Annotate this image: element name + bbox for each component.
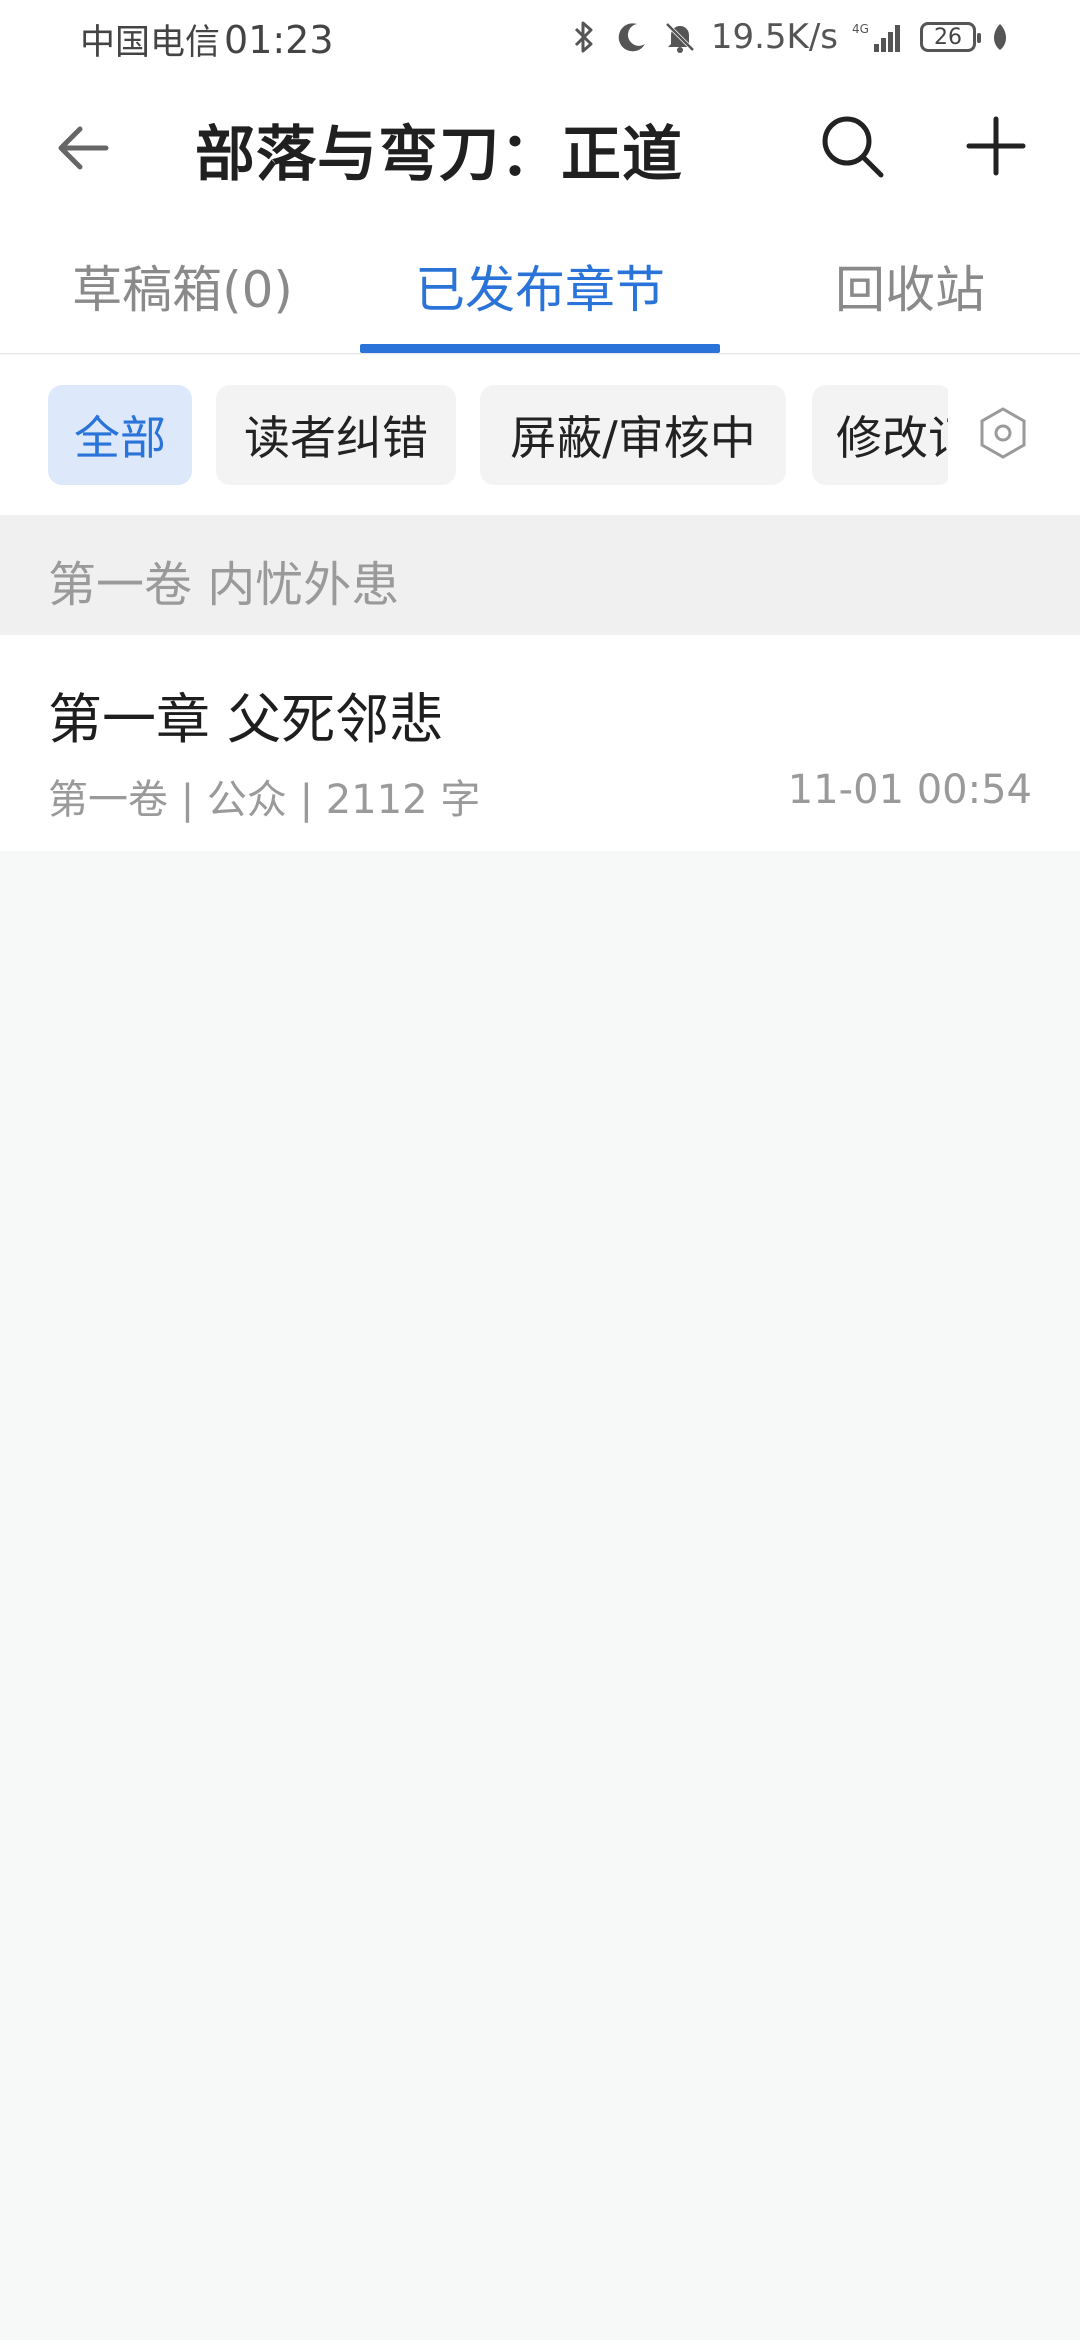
moon-icon: [615, 20, 649, 54]
tab-bar: 草稿箱(0) 已发布章节 回收站: [0, 220, 1080, 354]
add-chapter-button[interactable]: [956, 106, 1036, 186]
status-time: 01:23: [224, 17, 334, 62]
volume-title: 第一卷 内忧外患: [48, 557, 400, 613]
signal-icon: 4G: [852, 20, 906, 54]
chapter-title: 第一章 父死邻悲: [48, 688, 444, 751]
arrow-left-icon: [58, 126, 109, 170]
page-title: 部落与弯刀：正道: [195, 120, 683, 190]
chapter-time: 11-01 00:54: [787, 767, 1032, 813]
app-bar: 部落与弯刀：正道: [0, 74, 1080, 220]
back-button[interactable]: [48, 112, 120, 184]
net-speed: 19.5K/s: [710, 17, 838, 57]
filter-chip-all[interactable]: 全部: [48, 385, 192, 485]
filter-bar: 全部 读者纠错 屏蔽/审核中 修改记: [0, 355, 1080, 515]
active-tab-indicator: [360, 344, 720, 353]
bluetooth-icon: [567, 20, 601, 54]
search-icon: [822, 116, 884, 178]
status-bar: 中国电信 01:23 19.5K/s 4G 26: [0, 0, 1080, 74]
published-chapters-screen: 中国电信 01:23 19.5K/s 4G 26 部落与弯刀：正道 草稿箱(0)…: [0, 0, 1080, 2340]
tab-recycle-bin[interactable]: 回收站: [820, 250, 1000, 320]
battery-level: 26: [934, 24, 962, 50]
network-type-label: 4G: [852, 22, 869, 36]
status-left: 中国电信 01:23: [80, 14, 334, 65]
filter-settings-button[interactable]: [970, 400, 1036, 466]
filter-chip-blocked-reviewing[interactable]: 屏蔽/审核中: [480, 385, 786, 485]
status-right: 19.5K/s 4G 26: [567, 14, 1010, 60]
bell-off-icon: [663, 20, 697, 54]
carrier-name: 中国电信: [80, 23, 221, 63]
chapter-meta: 第一卷 | 公众 | 2112 字: [48, 777, 481, 823]
search-button[interactable]: [812, 106, 892, 186]
tab-published[interactable]: 已发布章节: [360, 250, 720, 320]
hexagon-settings-icon: [980, 407, 1026, 459]
plus-icon: [966, 116, 1026, 176]
tab-drafts[interactable]: 草稿箱(0): [70, 250, 295, 320]
empty-list-area: [0, 851, 1080, 2340]
leaf-icon: [990, 20, 1010, 54]
volume-header: 第一卷 内忧外患: [0, 515, 1080, 635]
filter-chip-reader-corrections[interactable]: 读者纠错: [216, 385, 456, 485]
chapter-list-item[interactable]: 第一章 父死邻悲 第一卷 | 公众 | 2112 字 11-01 00:54: [0, 635, 1080, 851]
filter-chip-modify-records[interactable]: 修改记: [812, 385, 952, 485]
battery-icon: 26: [920, 22, 981, 52]
